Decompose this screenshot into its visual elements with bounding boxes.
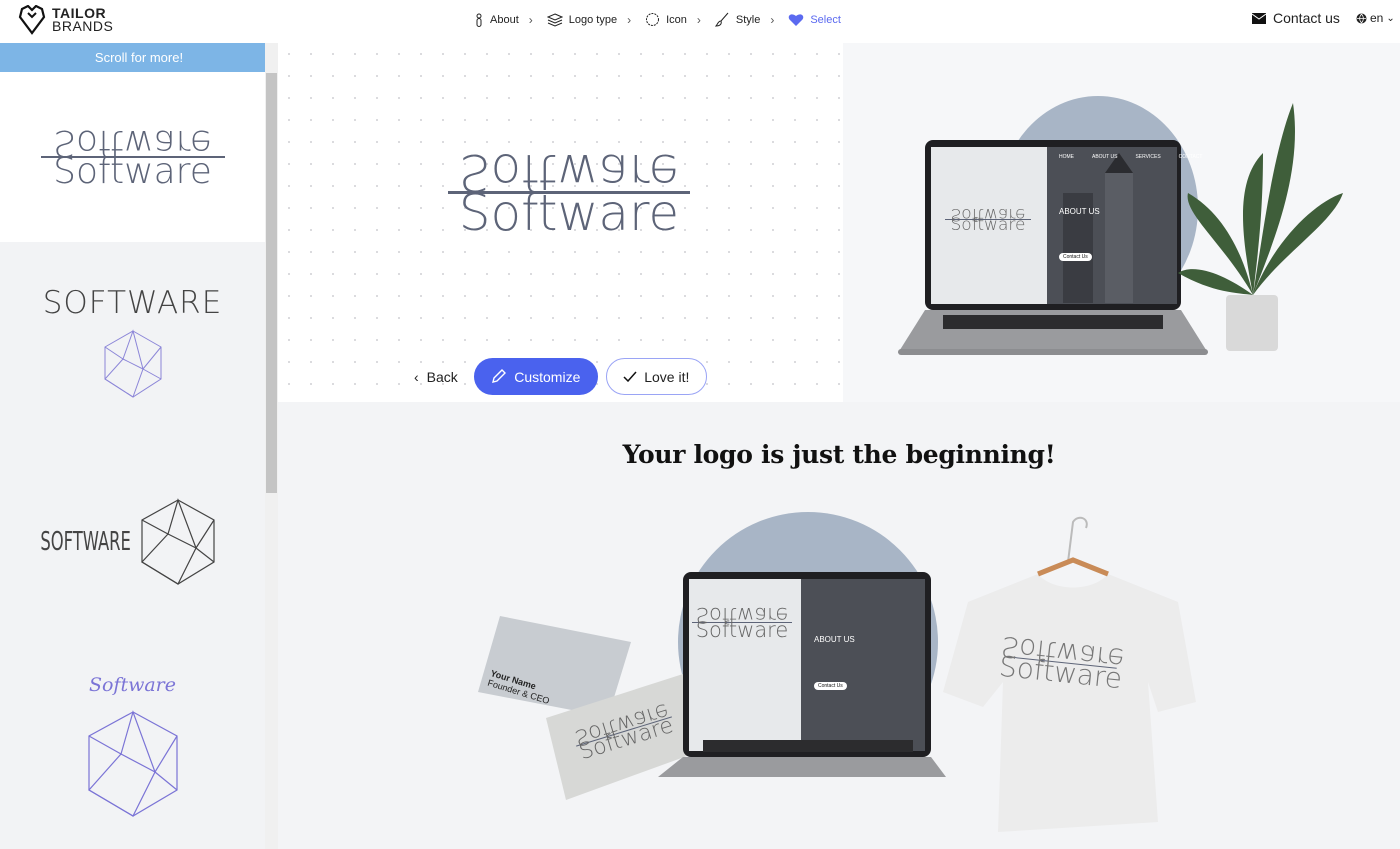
chevron-right-icon: › <box>627 12 632 27</box>
step-label: About <box>490 13 519 26</box>
scrollbar-thumb[interactable] <box>266 73 277 493</box>
logo-option-4[interactable]: Software <box>0 642 265 849</box>
back-label: Back <box>426 368 458 385</box>
heart-icon <box>789 13 804 26</box>
envelope-icon <box>1252 12 1266 24</box>
merch-illustration <box>478 512 1196 832</box>
logo-text-mirrored: Software <box>950 204 1026 224</box>
tailor-brands-logo[interactable]: TAILOR BRANDS <box>18 5 113 35</box>
screen-nav: HOME ABOUT US SERVICES CONTACT <box>1059 154 1202 160</box>
love-it-button[interactable]: Love it! <box>605 358 707 395</box>
brand-shield-icon <box>18 5 46 35</box>
tshirt-logo: Software Software <box>998 630 1126 696</box>
globe-icon <box>1356 13 1367 24</box>
icosahedron-icon <box>141 498 215 585</box>
brush-icon <box>714 12 729 27</box>
scroll-banner: Scroll for more! <box>0 43 278 72</box>
circle-icon <box>646 13 660 26</box>
logo-text-mirrored: Software <box>458 143 680 201</box>
merch-section: Your logo is just the beginning! Your Na… <box>278 402 1400 849</box>
laptop-plant-illustration <box>898 96 1343 355</box>
laptop-mockup: Software Software HOME ABOUT US SERVICES CO… <box>843 43 1400 402</box>
step-select[interactable]: Select <box>788 13 841 27</box>
customize-button[interactable]: Customize <box>473 358 598 395</box>
step-label: Style <box>735 13 761 26</box>
pencil-icon <box>492 369 507 383</box>
nav-item: CONTACT <box>1178 154 1203 160</box>
chevron-down-icon: ⌄ <box>1386 12 1395 24</box>
step-icon[interactable]: Icon › <box>645 12 701 27</box>
icosahedron-icon <box>87 709 178 817</box>
icosahedron-icon <box>103 329 161 398</box>
logo-text-mirrored: Software <box>53 122 212 163</box>
logo-text: Software <box>88 673 177 696</box>
screen-about-title: ABOUT US <box>814 635 855 644</box>
chevron-right-icon: › <box>696 12 701 27</box>
brand-line2: BRANDS <box>52 18 114 34</box>
chevron-right-icon: › <box>528 12 533 27</box>
check-icon <box>623 371 637 382</box>
nav-item: SERVICES <box>1135 154 1161 160</box>
back-button[interactable]: ‹ Back <box>412 358 466 395</box>
logo-options-sidebar: Scroll for more! Software Software SOFTW… <box>0 43 278 849</box>
logo-preview-canvas: Software Software <box>278 43 843 402</box>
wizard-steps: About › Logo type › Icon › Style › Select <box>474 12 841 27</box>
logo-option-3[interactable]: SOFTWARE <box>0 442 265 642</box>
screen-about-title: ABOUT US <box>1059 207 1100 216</box>
logo-option-2[interactable]: SOFTWARE <box>0 242 265 442</box>
person-icon <box>476 13 482 27</box>
contact-us-link[interactable]: Contact us <box>1252 10 1340 26</box>
nav-item: HOME <box>1059 154 1074 160</box>
top-bar: TAILOR BRANDS About › Logo type › Icon › Sty… <box>0 0 1400 43</box>
action-buttons: ‹ Back Customize Love it! <box>412 358 707 395</box>
love-label: Love it! <box>644 368 690 385</box>
step-label: Select <box>810 13 841 26</box>
step-style[interactable]: Style › <box>714 12 775 27</box>
logo-text-mirrored: Software <box>695 603 789 627</box>
chevron-right-icon: › <box>770 12 775 27</box>
step-label: Icon <box>666 13 687 26</box>
step-about[interactable]: About › <box>474 13 533 27</box>
step-label: Logo type <box>568 13 618 26</box>
customize-label: Customize <box>514 368 581 385</box>
chevron-left-icon: ‹ <box>414 368 419 385</box>
logo-text: SOFTWARE <box>42 285 223 321</box>
screen-contact-button: Contact Us <box>814 682 847 690</box>
screen-contact-button: Contact Us <box>1059 253 1092 261</box>
laptop-screen-logo: Software Software <box>692 603 792 641</box>
selected-logo: Software Software <box>448 143 690 238</box>
contact-label: Contact us <box>1273 10 1340 26</box>
logo-option-1[interactable]: Software Software <box>0 72 265 242</box>
layers-icon <box>546 12 563 27</box>
step-logo-type[interactable]: Logo type › <box>546 12 632 27</box>
logo-text: SOFTWARE <box>40 527 131 557</box>
language-label: en <box>1370 11 1384 25</box>
language-selector[interactable]: en ⌄ <box>1356 11 1395 25</box>
laptop-screen-logo: Software Software <box>945 204 1031 234</box>
sidebar-scrollbar[interactable] <box>265 43 278 849</box>
nav-item: ABOUT US <box>1092 154 1118 160</box>
